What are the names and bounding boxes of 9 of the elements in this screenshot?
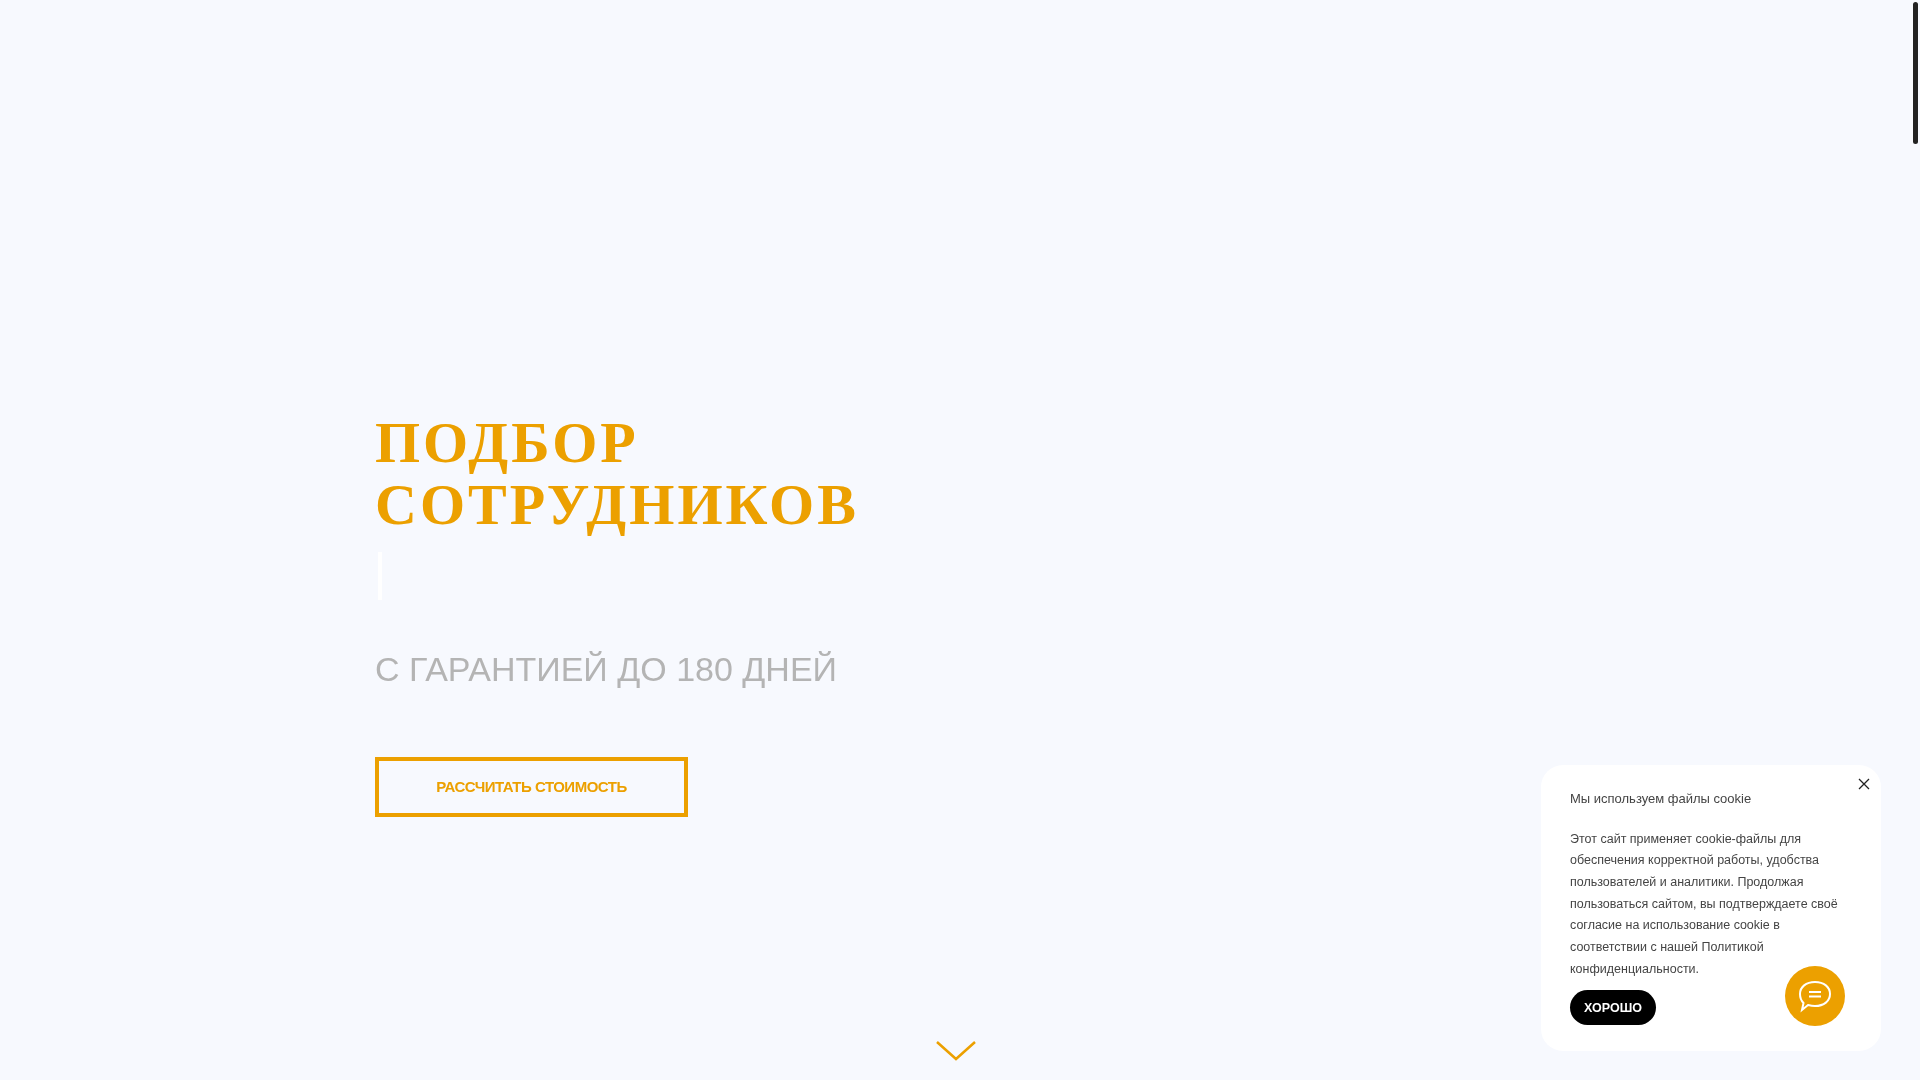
hero-subtitle: С ГАРАНТИЕЙ ДО 180 ДНЕЙ [375,649,838,690]
scrollbar-thumb[interactable] [1913,2,1918,144]
cookie-title: Мы используем файлы cookie [1570,790,1752,808]
chat-bubble-icon [1797,979,1833,1013]
chevron-down-icon[interactable] [936,1041,976,1061]
hero-title: ПОДБОР СОТРУДНИКОВ [375,412,859,536]
ok-button[interactable]: ХОРОШО [1570,990,1656,1026]
cookie-text: Этот сайт применяет cookie-файлы для обеспечения корректной работы, удобства пользователей и аналитики. Продолжая пользоваться сайтом, вы подтверждаете своё согласие на использование cookie в соответствии с нашей Политикой конфиденциальности. [1570,830,1839,978]
close-icon[interactable] [1858,778,1870,790]
